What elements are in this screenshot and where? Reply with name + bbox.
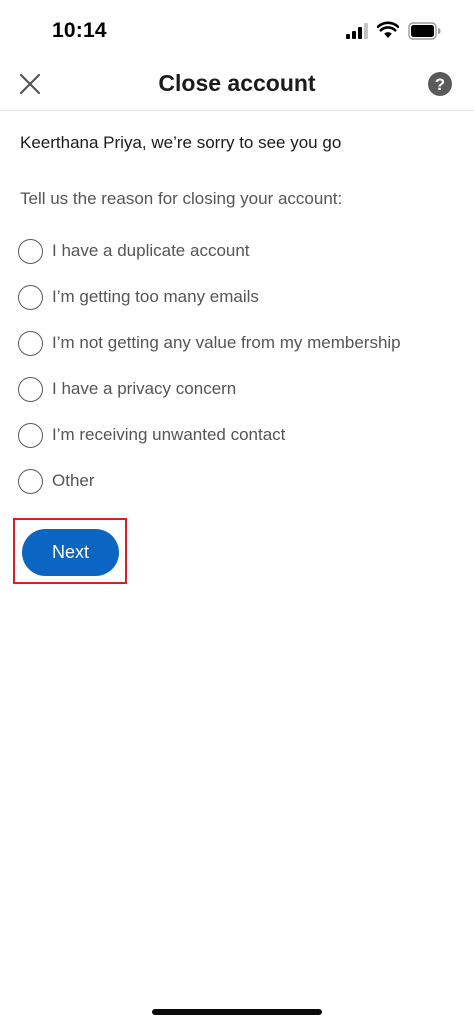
- radio-button[interactable]: [18, 376, 43, 402]
- wifi-icon: [377, 21, 399, 38]
- svg-text:?: ?: [435, 75, 445, 94]
- reason-options: I have a duplicate account I’m getting t…: [18, 228, 468, 504]
- nav-header: Close account ?: [0, 60, 474, 111]
- radio-button[interactable]: [18, 468, 43, 494]
- radio-button[interactable]: [18, 284, 43, 310]
- radio-button[interactable]: [18, 238, 43, 264]
- option-unwanted-contact[interactable]: I’m receiving unwanted contact: [18, 412, 468, 458]
- option-no-value[interactable]: I’m not getting any value from my member…: [18, 320, 468, 366]
- option-label: I’m receiving unwanted contact: [52, 425, 286, 444]
- option-too-many-emails[interactable]: I’m getting too many emails: [18, 274, 468, 320]
- radio-button[interactable]: [18, 330, 43, 356]
- status-time: 10:14: [52, 19, 107, 42]
- option-label: I’m getting too many emails: [52, 287, 259, 306]
- option-duplicate-account[interactable]: I have a duplicate account: [18, 228, 468, 274]
- radio-button[interactable]: [18, 422, 43, 448]
- help-icon[interactable]: ?: [427, 71, 453, 97]
- option-other[interactable]: Other: [18, 458, 468, 504]
- option-label: I’m not getting any value from my member…: [52, 333, 401, 352]
- home-indicator[interactable]: [152, 1009, 322, 1015]
- battery-icon: [408, 22, 441, 40]
- option-label: I have a privacy concern: [52, 379, 237, 398]
- reason-prompt: Tell us the reason for closing your acco…: [20, 189, 343, 208]
- signal-icon: [346, 23, 368, 39]
- option-privacy-concern[interactable]: I have a privacy concern: [18, 366, 468, 412]
- status-bar: 10:14: [0, 0, 474, 60]
- farewell-message: Keerthana Priya, we’re sorry to see you …: [20, 133, 342, 152]
- option-label: Other: [52, 471, 95, 490]
- next-button[interactable]: Next: [22, 529, 119, 576]
- option-label: I have a duplicate account: [52, 241, 250, 260]
- page-title: Close account: [158, 70, 316, 96]
